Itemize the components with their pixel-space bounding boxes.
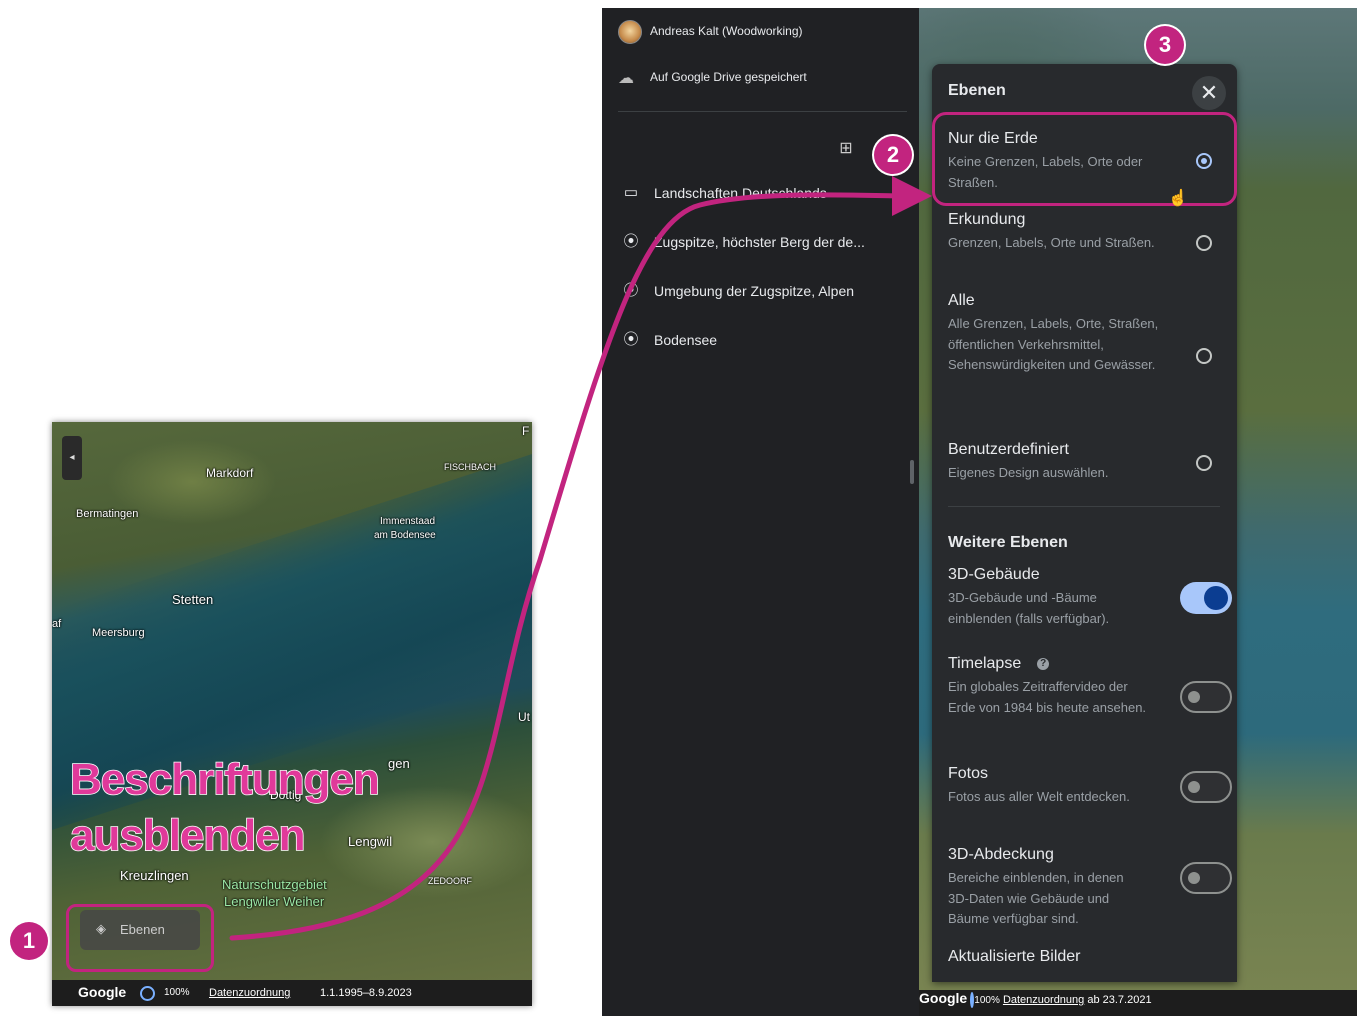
step-badge-3: 3 — [1146, 26, 1184, 64]
step-badge-2: 2 — [874, 136, 912, 174]
annotation-arrow — [229, 175, 932, 941]
